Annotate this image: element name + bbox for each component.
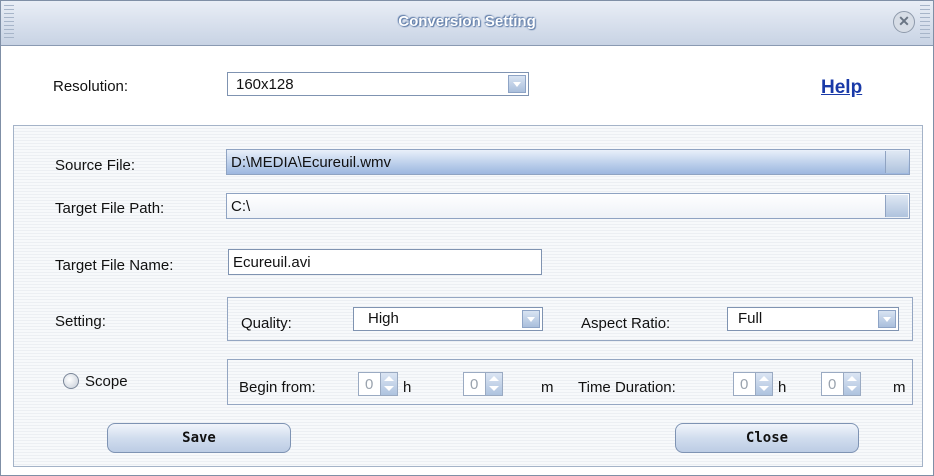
target-name-value: Ecureuil.avi — [233, 254, 311, 271]
chevron-down-icon[interactable] — [508, 75, 526, 93]
browse-source-button[interactable] — [885, 151, 908, 173]
spin-arrows-icon[interactable] — [380, 373, 397, 395]
scope-radio[interactable] — [63, 373, 79, 389]
duration-hours-spinner[interactable]: 0 — [733, 372, 773, 396]
scope-label: Scope — [85, 373, 128, 390]
target-name-label: Target File Name: — [55, 257, 174, 274]
close-button[interactable]: Close — [675, 423, 859, 453]
target-name-input[interactable]: Ecureuil.avi — [228, 249, 542, 275]
quality-label: Quality: — [241, 315, 292, 332]
target-path-field[interactable]: C:\ — [226, 193, 910, 219]
help-link[interactable]: Help — [821, 77, 862, 99]
begin-minutes-value: 0 — [470, 376, 479, 393]
target-path-value: C:\ — [231, 198, 251, 215]
quality-value: High — [368, 310, 399, 327]
source-file-value: D:\MEDIA\Ecureuil.wmv — [231, 154, 392, 171]
target-path-label: Target File Path: — [55, 200, 165, 217]
begin-hours-value: 0 — [365, 376, 374, 393]
chevron-down-icon[interactable] — [522, 310, 540, 328]
duration-minutes-spinner[interactable]: 0 — [821, 372, 861, 396]
quality-select[interactable]: High — [353, 307, 543, 331]
resolution-select[interactable]: 160x128 — [227, 72, 529, 96]
save-button[interactable]: Save — [107, 423, 291, 453]
window-title: Conversion Setting — [398, 13, 536, 30]
duration-hours-unit: h — [778, 379, 787, 396]
conversion-setting-window: Conversion Setting ✕ Resolution: 160x128… — [0, 0, 934, 476]
duration-hours-value: 0 — [740, 376, 749, 393]
aspect-ratio-label: Aspect Ratio: — [581, 315, 671, 332]
source-file-label: Source File: — [55, 157, 136, 174]
chevron-down-icon[interactable] — [878, 310, 896, 328]
begin-hours-unit: h — [403, 379, 412, 396]
begin-minutes-unit: m — [541, 379, 554, 396]
setting-label: Setting: — [55, 313, 106, 330]
title-bar[interactable]: Conversion Setting ✕ — [1, 1, 933, 46]
spin-arrows-icon[interactable] — [843, 373, 860, 395]
begin-minutes-spinner[interactable]: 0 — [463, 372, 503, 396]
begin-from-label: Begin from: — [239, 379, 316, 396]
resolution-label: Resolution: — [53, 78, 129, 95]
begin-hours-spinner[interactable]: 0 — [358, 372, 398, 396]
duration-minutes-value: 0 — [828, 376, 837, 393]
duration-minutes-unit: m — [893, 379, 906, 396]
spin-arrows-icon[interactable] — [755, 373, 772, 395]
close-icon[interactable]: ✕ — [893, 11, 915, 33]
right-grip — [920, 5, 930, 41]
settings-panel — [13, 125, 923, 467]
aspect-ratio-value: Full — [738, 310, 763, 327]
scope-group — [227, 359, 913, 405]
source-file-field[interactable]: D:\MEDIA\Ecureuil.wmv — [226, 149, 910, 175]
aspect-ratio-select[interactable]: Full — [727, 307, 899, 331]
time-duration-label: Time Duration: — [578, 379, 676, 396]
resolution-value: 160x128 — [236, 76, 294, 93]
spin-arrows-icon[interactable] — [485, 373, 502, 395]
browse-target-button[interactable] — [885, 195, 908, 217]
